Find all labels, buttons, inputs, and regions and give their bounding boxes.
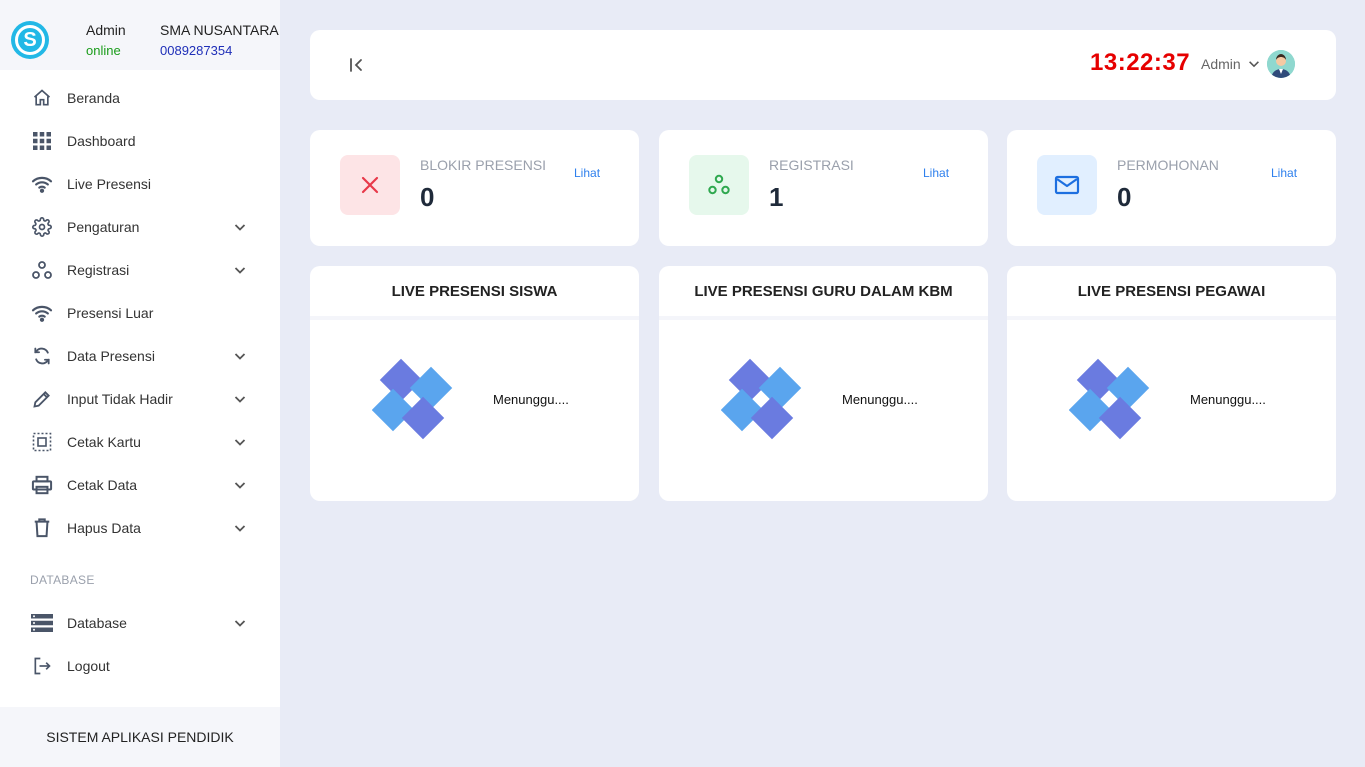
user-status: online [86, 43, 121, 58]
loading-spinner-icon [1069, 358, 1150, 440]
chevron-down-icon [234, 620, 246, 627]
stat-title: BLOKIR PRESENSI [420, 157, 547, 173]
live-card-guru-kbm: LIVE PRESENSI GURU DALAM KBM Menunggu...… [659, 266, 988, 501]
stat-title: PERMOHONAN [1117, 157, 1219, 173]
stat-link-lihat[interactable]: Lihat [1271, 166, 1297, 180]
stat-icon-box [1037, 155, 1097, 215]
sidebar-item-registrasi[interactable]: Registrasi [0, 248, 280, 291]
stat-card-registrasi: REGISTRASI 1 Lihat [659, 130, 988, 246]
live-status-text: Menunggu.... [1190, 392, 1266, 407]
sidebar-item-label: Pengaturan [67, 218, 140, 235]
app-logo[interactable]: S [11, 21, 49, 59]
sidebar-item-label: Hapus Data [67, 519, 141, 536]
live-card-title: LIVE PRESENSI PEGAWAI [1007, 266, 1336, 320]
live-card-title: LIVE PRESENSI SISWA [310, 266, 639, 320]
school-npsn: 0089287354 [160, 43, 233, 58]
avatar[interactable] [1267, 50, 1295, 78]
stat-icon-box [689, 155, 749, 215]
stat-title: REGISTRASI [769, 157, 854, 173]
printer-icon [30, 473, 54, 497]
home-icon [30, 86, 54, 110]
sidebar-item-label: Registrasi [67, 261, 130, 278]
sidebar-item-input-tidak-hadir[interactable]: Input Tidak Hadir [0, 377, 280, 420]
close-icon [361, 176, 379, 194]
sidebar-footer: SISTEM APLIKASI PENDIDIK [0, 707, 280, 767]
sidebar-item-pengaturan[interactable]: Pengaturan [0, 205, 280, 248]
sidebar-menu: Beranda Dashboard Live Presensi Pengatur… [0, 76, 280, 549]
wifi-icon [30, 301, 54, 325]
sidebar-header: S Admin online SMA NUSANTARA 0089287354 [0, 0, 280, 70]
clock: 13:22:37 [1090, 49, 1191, 76]
sidebar-menu-database: Database Logout [0, 601, 280, 687]
chevron-down-icon [234, 525, 246, 532]
stat-card-blokir-presensi: BLOKIR PRESENSI 0 Lihat [310, 130, 639, 246]
live-card-siswa: LIVE PRESENSI SISWA Menunggu.... [310, 266, 639, 501]
user-dropdown-label: Admin [1201, 56, 1241, 72]
pencil-icon [30, 387, 54, 411]
sidebar-item-presensi-luar[interactable]: Presensi Luar [0, 291, 280, 334]
chevron-down-icon [234, 267, 246, 274]
database-icon [30, 611, 54, 635]
sidebar-item-label: Input Tidak Hadir [67, 390, 173, 407]
stat-value: 0 [420, 182, 435, 212]
stat-card-permohonan: PERMOHONAN 0 Lihat [1007, 130, 1336, 246]
stat-link-lihat[interactable]: Lihat [923, 166, 949, 180]
logout-icon [30, 654, 54, 678]
sidebar-item-cetak-kartu[interactable]: Cetak Kartu [0, 420, 280, 463]
chevron-down-icon [234, 439, 246, 446]
user-name: Admin [86, 22, 126, 38]
chevron-down-icon [234, 396, 246, 403]
sidebar-item-label: Data Presensi [67, 347, 155, 364]
sync-icon [30, 344, 54, 368]
trash-icon [30, 516, 54, 540]
circles-icon [708, 174, 730, 195]
chevron-down-icon [234, 224, 246, 231]
user-dropdown[interactable]: Admin [1201, 56, 1261, 72]
sidebar-item-label: Cetak Data [67, 476, 138, 493]
sidebar-item-database[interactable]: Database [0, 601, 280, 644]
sidebar-item-beranda[interactable]: Beranda [0, 76, 280, 119]
grid-icon [30, 129, 54, 153]
logo-s-icon: S [15, 25, 45, 55]
school-name: SMA NUSANTARA [160, 22, 279, 38]
sidebar-item-dashboard[interactable]: Dashboard [0, 119, 280, 162]
stat-link-lihat[interactable]: Lihat [574, 166, 600, 180]
sidebar-item-logout[interactable]: Logout [0, 644, 280, 687]
mail-icon [1054, 175, 1080, 195]
sidebar-item-hapus-data[interactable]: Hapus Data [0, 506, 280, 549]
menu-section-label: DATABASE [30, 573, 95, 587]
gear-icon [30, 215, 54, 239]
sidebar-item-label: Database [67, 614, 127, 631]
live-status-text: Menunggu.... [493, 392, 569, 407]
collapse-sidebar-icon[interactable] [346, 54, 368, 76]
stat-icon-box [340, 155, 400, 215]
sidebar-item-label: Cetak Kartu [67, 433, 141, 450]
wifi-icon [30, 172, 54, 196]
sidebar-item-label: Dashboard [67, 132, 136, 149]
loading-spinner-icon [721, 358, 802, 440]
sidebar-item-label: Beranda [67, 89, 120, 106]
sidebar-item-data-presensi[interactable]: Data Presensi [0, 334, 280, 377]
sidebar-item-label: Logout [67, 657, 110, 674]
topbar: 13:22:37 Admin [310, 30, 1336, 100]
card-icon [30, 430, 54, 454]
chevron-down-icon [1248, 61, 1259, 68]
live-card-pegawai: LIVE PRESENSI PEGAWAI Menunggu.... [1007, 266, 1336, 501]
sidebar-item-cetak-data[interactable]: Cetak Data [0, 463, 280, 506]
sidebar-item-label: Presensi Luar [67, 304, 154, 321]
chevron-down-icon [234, 482, 246, 489]
live-status-text: Menunggu.... [842, 392, 918, 407]
sidebar-item-label: Live Presensi [67, 175, 152, 192]
chevron-down-icon [234, 353, 246, 360]
loading-spinner-icon [372, 358, 453, 440]
sidebar: S Admin online SMA NUSANTARA 0089287354 … [0, 0, 280, 767]
live-card-title: LIVE PRESENSI GURU DALAM KBM [659, 266, 988, 320]
stat-value: 1 [769, 182, 784, 212]
sidebar-item-live-presensi[interactable]: Live Presensi [0, 162, 280, 205]
stat-value: 0 [1117, 182, 1132, 212]
circles-icon [30, 258, 54, 282]
